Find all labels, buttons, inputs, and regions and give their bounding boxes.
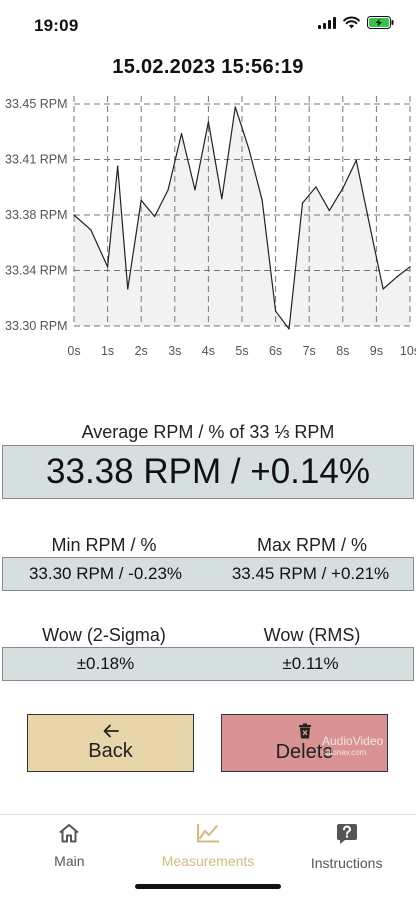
watermark-site: salonav.com xyxy=(322,748,367,757)
chart-line-icon xyxy=(196,823,220,848)
chart-data-point xyxy=(154,215,156,218)
chart-data-point xyxy=(409,266,411,268)
wow-rms-label: Wow (RMS) xyxy=(263,625,361,645)
wow-rms-value: ±0.11% xyxy=(282,654,339,673)
chart-data-point xyxy=(167,189,169,191)
max-value: 33.45 RPM / +0.21% xyxy=(231,564,390,583)
chart-data-point xyxy=(369,224,371,226)
home-indicator xyxy=(135,884,281,889)
watermark-brand: AudioVideo xyxy=(322,734,384,748)
tab-instructions-label: Instructions xyxy=(310,855,383,871)
chart-data-point xyxy=(395,276,398,278)
wow-sigma-value: ±0.18% xyxy=(76,654,135,673)
chart-x-tick-label: 7s xyxy=(303,344,316,358)
chart-data-point xyxy=(90,229,92,231)
chart-data-point xyxy=(107,266,109,268)
arrow-left-icon xyxy=(103,724,119,738)
chart-data-point xyxy=(180,133,183,135)
chart-x-tick-label: 8s xyxy=(336,344,349,358)
chart-data-point xyxy=(355,159,357,161)
chart-data-point xyxy=(127,288,129,290)
average-value: 33.38 RPM / +0.14% xyxy=(2,445,414,499)
trash-icon xyxy=(298,723,312,739)
minmax-labels: Min RPM / % Max RPM / % xyxy=(0,535,416,556)
chart-data-point xyxy=(275,310,277,312)
chart-y-tick-label: 33.34 RPM xyxy=(5,264,68,278)
chart-y-tick-label: 33.41 RPM xyxy=(5,153,68,167)
chart-data-point xyxy=(194,189,196,191)
chart-data-point xyxy=(288,328,290,330)
chart-x-tick-label: 5s xyxy=(235,344,248,358)
chart-data-point xyxy=(328,209,330,212)
cellular-signal-icon xyxy=(318,16,336,29)
tab-measurements-label: Measurements xyxy=(161,853,255,869)
chart-x-tick-label: 2s xyxy=(135,344,148,358)
chart-y-tick-label: 33.30 RPM xyxy=(5,319,68,333)
chart-data-point xyxy=(301,202,304,204)
chart-data-point xyxy=(234,106,236,108)
chart-y-tick-label: 33.45 RPM xyxy=(5,97,68,111)
chart-data-point xyxy=(342,187,344,189)
minmax-values: 33.30 RPM / -0.23% 33.45 RPM / +0.21% xyxy=(2,557,414,591)
chart-data-point xyxy=(221,198,223,200)
chart-x-tick-label: 0s xyxy=(67,344,80,358)
battery-charging-icon xyxy=(367,16,394,29)
chart-x-tick-label: 3s xyxy=(168,344,181,358)
max-label: Max RPM / % xyxy=(256,535,367,555)
min-value: 33.30 RPM / -0.23% xyxy=(28,564,183,583)
chart-data-point xyxy=(382,288,384,290)
chart-x-tick-label: 9s xyxy=(370,344,383,358)
chart-x-tick-label: 1s xyxy=(101,344,114,358)
rpm-chart: 0s 1s 2s 3s 4s 5s 6s 7s 8s 9s 10s 33.45 RPM 33.41 RP… xyxy=(0,90,416,370)
wifi-icon xyxy=(343,16,360,29)
chart-x-tick-label: 4s xyxy=(202,344,215,358)
status-bar: 19:09 xyxy=(0,0,416,50)
wow-sigma-label: Wow (2-Sigma) xyxy=(42,625,166,645)
average-label: Average RPM / % of 33 ⅓ RPM xyxy=(81,422,335,442)
tab-main-label: Main xyxy=(54,853,85,869)
rpm-chart-svg: 0s 1s 2s 3s 4s 5s 6s 7s 8s 9s 10s 33.45 RPM 33.41 RP… xyxy=(5,96,416,358)
chart-data-point xyxy=(207,121,209,123)
wow-values: ±0.18% ±0.11% xyxy=(2,647,414,681)
chart-data-point xyxy=(73,214,75,216)
back-button[interactable]: Back xyxy=(27,714,194,772)
wow-labels: Wow (2-Sigma) Wow (RMS) xyxy=(0,625,416,646)
tab-instructions[interactable]: Instructions xyxy=(277,815,416,900)
measurement-timestamp: 15.02.2023 15:56:19 xyxy=(112,56,304,78)
status-time: 19:09 xyxy=(34,16,79,35)
chart-data-point xyxy=(117,165,119,167)
chart-data-point xyxy=(140,199,142,201)
chart-y-tick-label: 33.38 RPM xyxy=(5,208,68,222)
watermark: AudioVideo salonav.com xyxy=(322,734,384,758)
chart-data-point xyxy=(315,186,317,188)
chart-data-point xyxy=(261,199,263,201)
chart-x-tick-label: 10s xyxy=(400,344,416,358)
help-icon xyxy=(336,823,358,850)
chart-x-tick-label: 6s xyxy=(269,344,282,358)
home-icon xyxy=(58,823,80,848)
status-icons xyxy=(318,16,394,29)
min-label: Min RPM / % xyxy=(51,535,157,555)
chart-data-point xyxy=(248,147,250,149)
tab-main[interactable]: Main xyxy=(0,815,139,900)
back-button-label: Back xyxy=(88,739,133,762)
